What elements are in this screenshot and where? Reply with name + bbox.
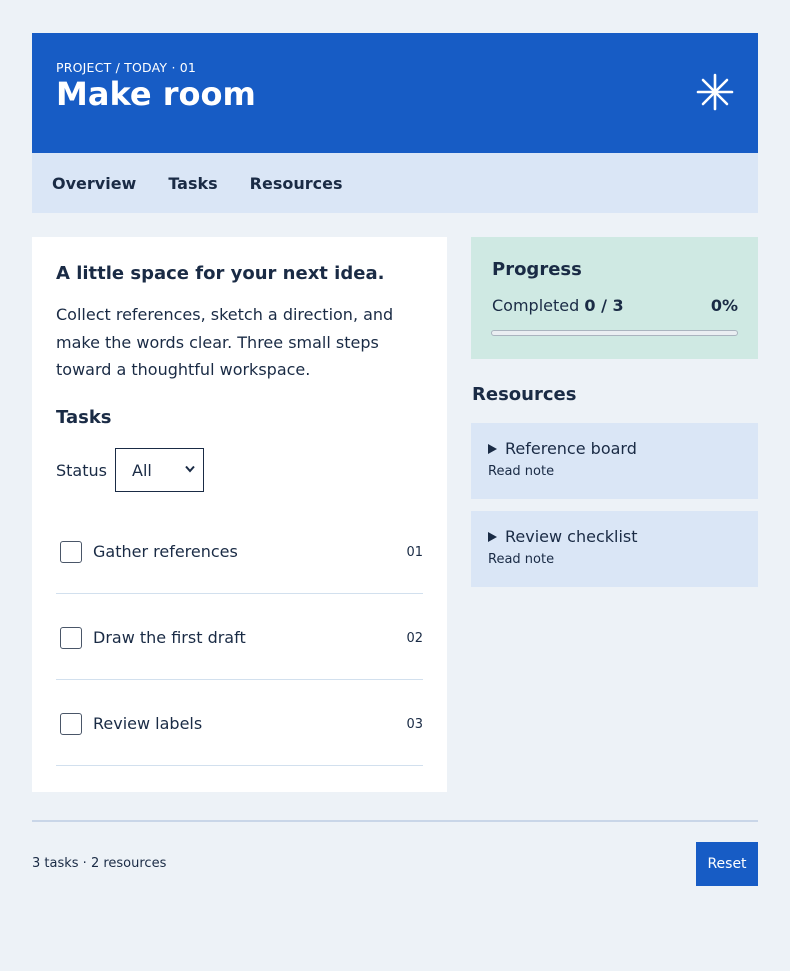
- task-checkbox[interactable]: [60, 713, 82, 735]
- progress-card: Progress Completed 0 / 3 0%: [471, 237, 758, 359]
- task-label: Gather references: [93, 542, 238, 561]
- main-card: A little space for your next idea. Colle…: [32, 237, 447, 792]
- description: Collect references, sketch a direction, …: [56, 305, 394, 379]
- page-title: Make room: [56, 75, 256, 113]
- task-number: 01: [406, 545, 423, 560]
- task-row: Gather references 01: [56, 508, 423, 594]
- task-label: Review labels: [93, 714, 203, 733]
- task-label: Draw the first draft: [93, 628, 246, 647]
- progress-bar: [491, 330, 738, 336]
- task-checkbox[interactable]: [60, 627, 82, 649]
- lead-heading: A little space for your next idea.: [56, 263, 385, 284]
- resource-title: Review checklist: [505, 527, 638, 546]
- resource-note: Read note: [488, 552, 555, 567]
- completed-label: Completed: [492, 296, 580, 315]
- resource-item-reference-board[interactable]: Reference board Read note: [471, 423, 758, 499]
- disclosure-triangle-icon: [488, 532, 497, 542]
- tasks-heading: Tasks: [56, 407, 112, 428]
- nav-tasks[interactable]: Tasks: [168, 174, 217, 193]
- footer-summary: 3 tasks · 2 resources: [32, 856, 167, 871]
- resource-title: Reference board: [505, 439, 637, 458]
- status-select-value: All: [132, 460, 152, 480]
- disclosure-triangle-icon: [488, 444, 497, 454]
- resources-heading: Resources: [472, 384, 577, 405]
- status-label: Status: [56, 461, 107, 480]
- task-row: Draw the first draft 02: [56, 594, 423, 680]
- task-number: 02: [406, 631, 423, 646]
- nav-resources[interactable]: Resources: [250, 174, 343, 193]
- task-number: 03: [406, 717, 423, 732]
- progress-completed: Completed 0 / 3: [492, 296, 624, 315]
- footer-divider: [32, 820, 758, 822]
- resource-item-review-checklist[interactable]: Review checklist Read note: [471, 511, 758, 587]
- task-row: Review labels 03: [56, 680, 423, 766]
- progress-percent: 0%: [710, 296, 738, 315]
- resource-note: Read note: [488, 464, 555, 479]
- nav-overview[interactable]: Overview: [52, 174, 136, 193]
- completed-value: 0 / 3: [584, 296, 624, 315]
- chevron-down-icon: [185, 465, 195, 473]
- reset-button[interactable]: Reset: [696, 842, 758, 886]
- task-checkbox[interactable]: [60, 541, 82, 563]
- progress-heading: Progress: [492, 259, 582, 280]
- breadcrumb: PROJECT / TODAY · 01: [56, 60, 197, 75]
- page-header: PROJECT / TODAY · 01 Make room: [32, 33, 758, 153]
- main-nav: Overview Tasks Resources: [32, 153, 758, 213]
- status-select[interactable]: All: [115, 448, 204, 492]
- asterisk-icon: [696, 73, 734, 111]
